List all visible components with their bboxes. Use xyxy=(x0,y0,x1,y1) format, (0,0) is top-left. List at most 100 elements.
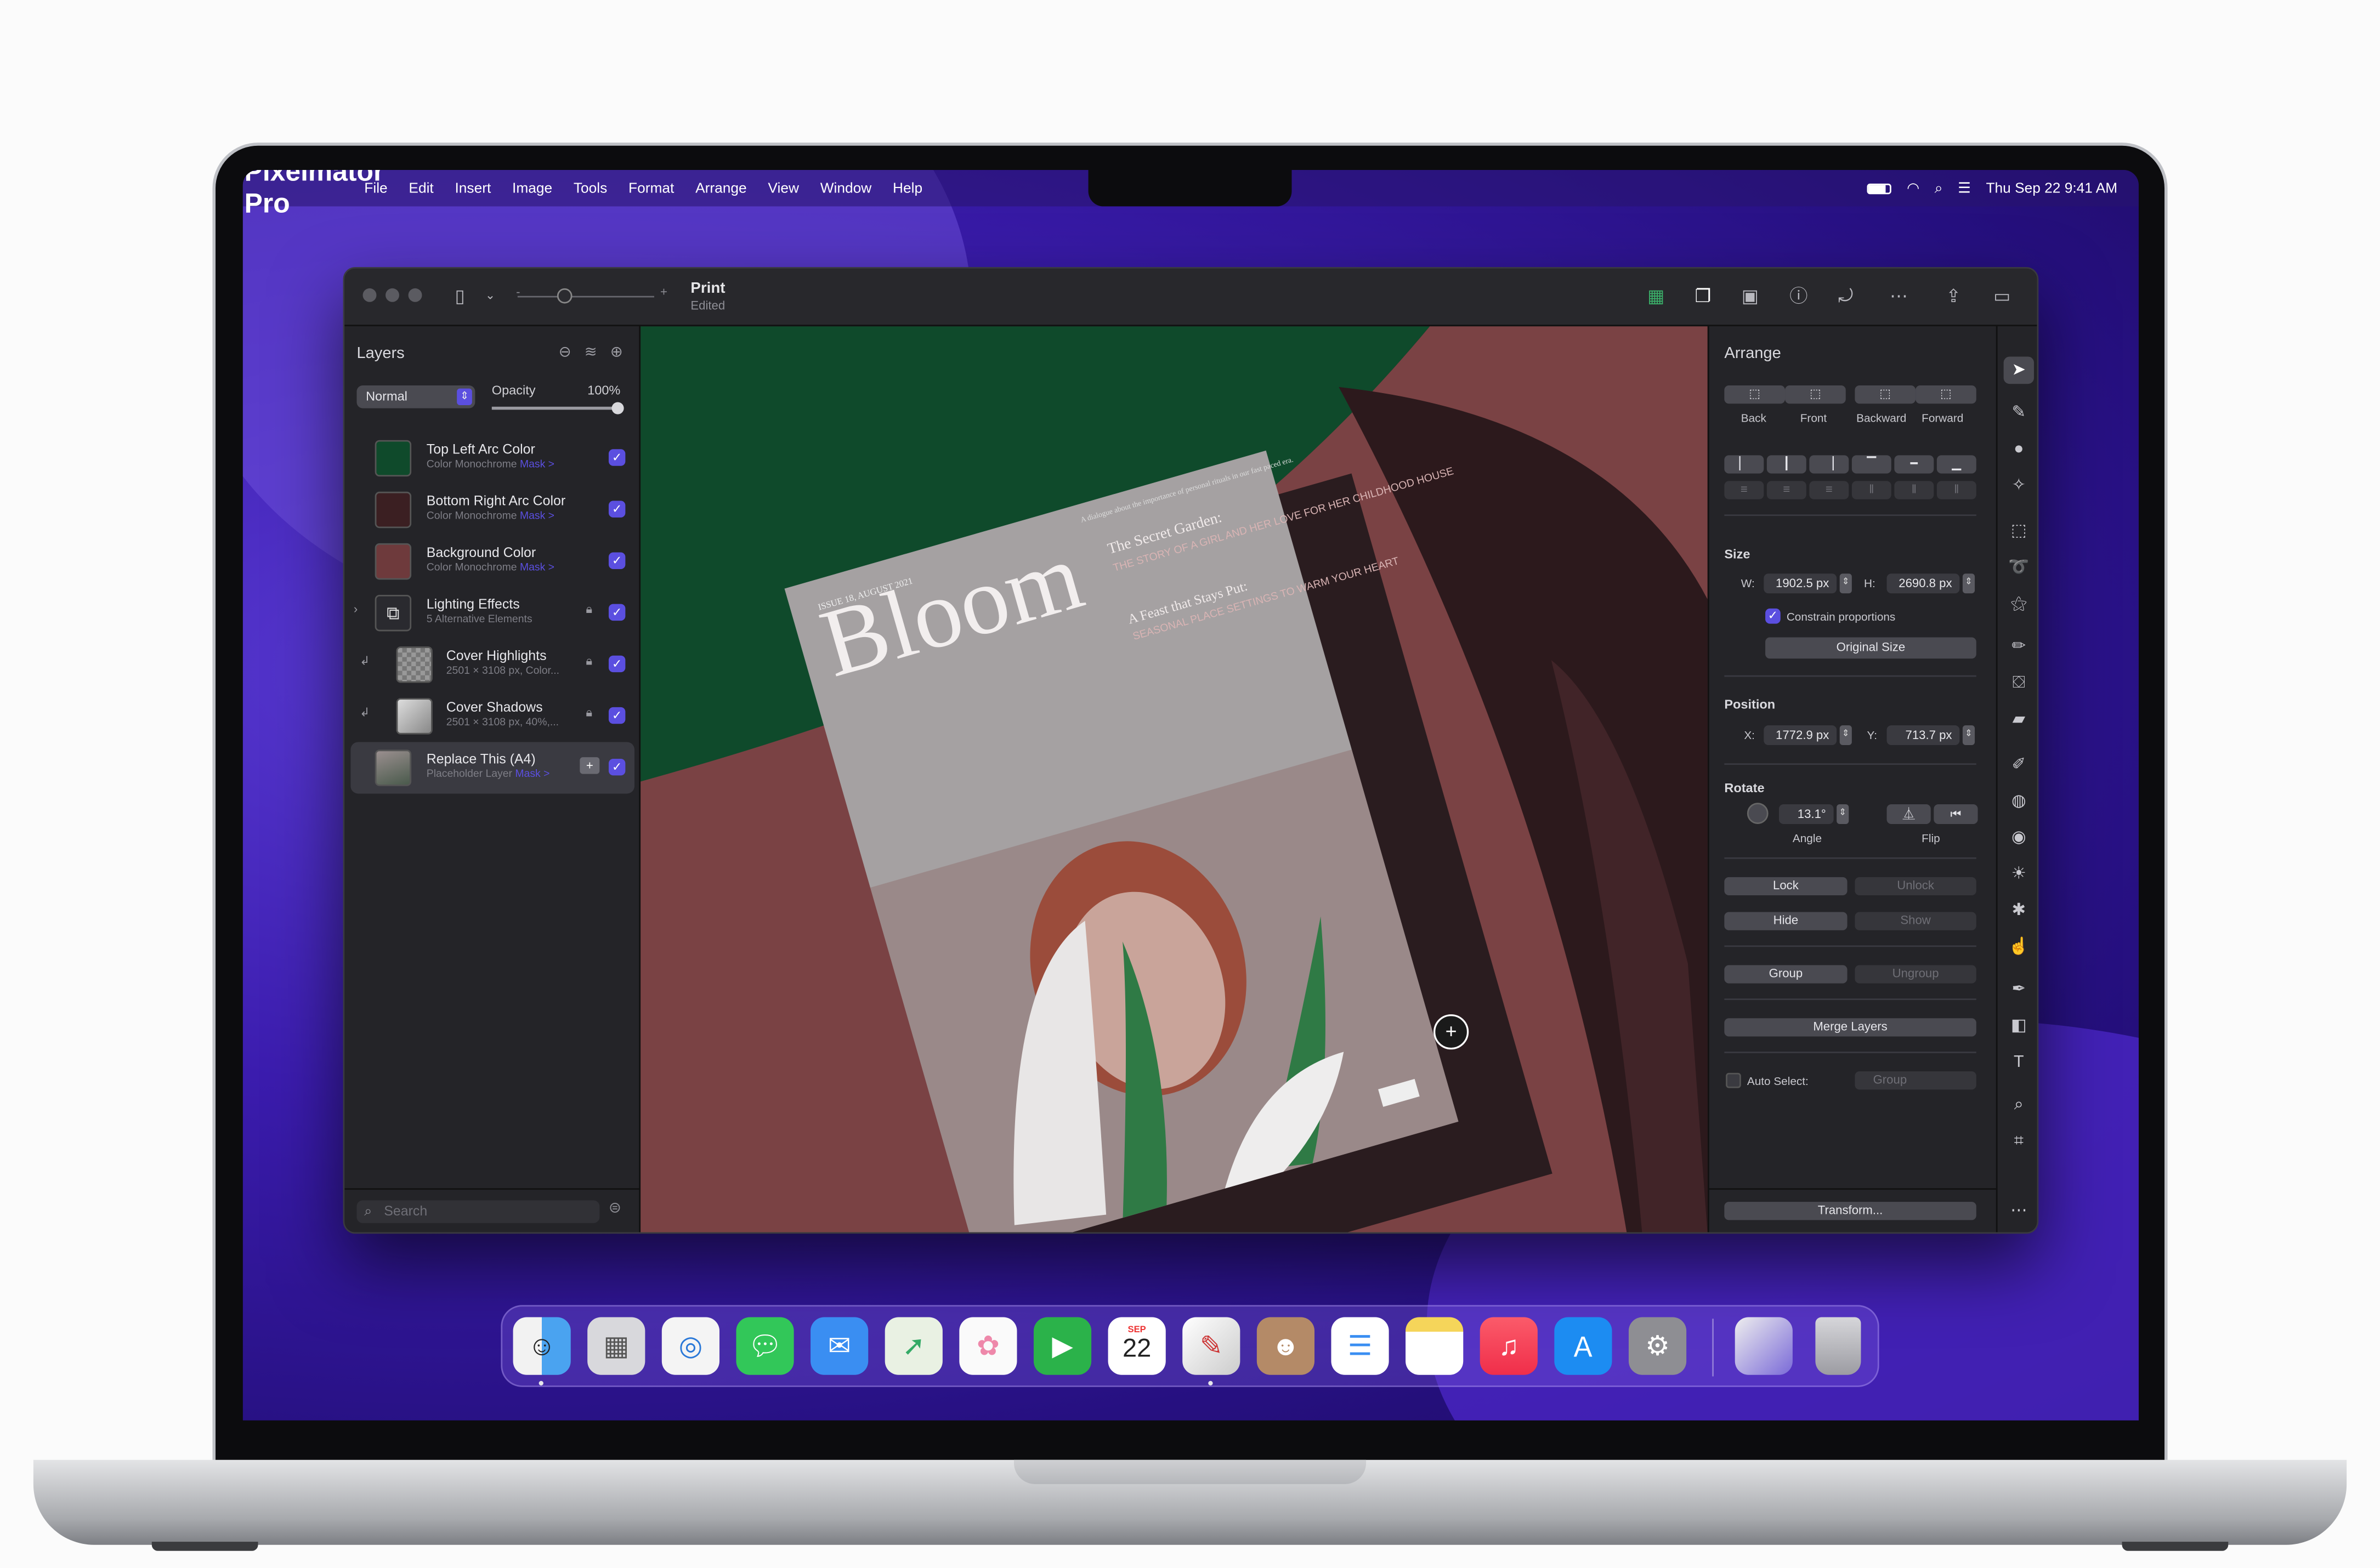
ungroup-button[interactable]: Ungroup xyxy=(1855,965,1976,984)
menu-help[interactable]: Help xyxy=(893,180,922,196)
menu-view[interactable]: View xyxy=(768,180,799,196)
group-button[interactable]: Group xyxy=(1724,965,1848,984)
remove-layer-icon[interactable]: ⊖ xyxy=(559,344,571,361)
messages-icon[interactable]: 💬︎ xyxy=(736,1317,794,1375)
transform-button[interactable]: Transform... xyxy=(1724,1202,1976,1220)
flip-horizontal-icon[interactable]: ⏅ xyxy=(1886,804,1931,824)
width-stepper[interactable]: ⇕ xyxy=(1839,573,1852,594)
shape-tool-icon[interactable]: ◧ xyxy=(2004,1012,2034,1039)
menu-tools[interactable]: Tools xyxy=(574,180,607,196)
filter-icon[interactable]: ⊜ xyxy=(609,1200,621,1217)
zoom-tool-icon[interactable]: ⌕ xyxy=(2004,1091,2034,1118)
inspector-toggle-icon[interactable]: ▭ xyxy=(1990,284,2014,308)
paint-bucket-icon[interactable]: ⛋ xyxy=(2004,669,2034,697)
lighten-tool-icon[interactable]: ☀ xyxy=(2004,860,2034,888)
minimize-window-button[interactable] xyxy=(386,288,399,302)
layer-visibility-checkbox[interactable]: ✓ xyxy=(608,758,626,776)
lock-button[interactable]: Lock xyxy=(1724,877,1848,896)
align-left-icon[interactable]: ▏ xyxy=(1724,455,1764,474)
info-icon[interactable]: ⓘ xyxy=(1787,284,1811,308)
app-menu[interactable]: Pixelmator Pro xyxy=(245,170,384,219)
photos-icon[interactable]: ✿ xyxy=(959,1317,1017,1375)
layer-row[interactable]: Background Color Color Monochrome Mask >… xyxy=(350,536,634,587)
layer-visibility-checkbox[interactable]: ✓ xyxy=(608,552,626,569)
notes-icon[interactable] xyxy=(1406,1317,1464,1375)
distribute-icon[interactable]: ‖ xyxy=(1851,481,1891,499)
lock-icon[interactable]: 🔒︎ xyxy=(586,603,592,618)
zoom-slider[interactable] xyxy=(517,296,654,298)
menu-format[interactable]: Format xyxy=(628,180,674,196)
zoom-out-icon[interactable]: - xyxy=(516,285,520,299)
system-preferences-icon[interactable]: ⚙ xyxy=(1628,1317,1687,1375)
layer-row[interactable]: › ⧉ Lighting Effects 5 Alternative Eleme… xyxy=(350,587,634,639)
align-right-icon[interactable]: ▕ xyxy=(1809,455,1849,474)
sponge-tool-icon[interactable]: ✱ xyxy=(2004,897,2034,924)
layer-row[interactable]: ↲ Cover Shadows 2501 × 3108 px, 40%,... … xyxy=(350,690,634,742)
layer-row[interactable]: Bottom Right Arc Color Color Monochrome … xyxy=(350,484,634,536)
menu-bar-clock[interactable]: Thu Sep 22 9:41 AM xyxy=(1986,180,2117,196)
send-backward-button[interactable]: ⬚ xyxy=(1855,385,1916,404)
opacity-slider-knob[interactable] xyxy=(611,402,624,414)
align-middle-icon[interactable]: ━ xyxy=(1894,455,1934,474)
magic-wand-icon[interactable]: ⚝ xyxy=(2004,590,2034,618)
zoom-window-button[interactable] xyxy=(408,288,422,302)
spotlight-search-icon[interactable]: ⌕ xyxy=(1935,180,1943,196)
layers-search-input[interactable]: ⌕ Search xyxy=(356,1200,600,1223)
chevron-down-icon[interactable]: ⌄ xyxy=(478,284,502,308)
more-options-icon[interactable]: ⋯ xyxy=(1880,284,1917,308)
close-window-button[interactable] xyxy=(362,288,377,302)
hide-button[interactable]: Hide xyxy=(1724,912,1848,930)
more-tools-icon[interactable]: ⋯ xyxy=(2004,1197,2034,1225)
distribute-icon[interactable]: ≡ xyxy=(1809,481,1849,499)
sidebar-toggle-icon[interactable]: ▯ xyxy=(448,284,472,308)
blend-mode-select[interactable]: Normal ⇕ xyxy=(356,385,475,408)
align-center-h-icon[interactable]: ┃ xyxy=(1766,455,1806,474)
clone-tool-icon[interactable]: ◍ xyxy=(2004,788,2034,815)
color-adjustments-icon[interactable]: ▦ xyxy=(1644,284,1668,308)
downloads-stack-icon[interactable] xyxy=(1735,1317,1793,1375)
unlock-button[interactable]: Unlock xyxy=(1855,877,1976,896)
calendar-icon[interactable]: SEP 22 xyxy=(1108,1317,1166,1375)
portrait-icon[interactable]: ▣ xyxy=(1738,284,1762,308)
rotation-dial[interactable] xyxy=(1747,803,1769,824)
app-store-icon[interactable]: Ａ xyxy=(1554,1317,1612,1375)
maps-icon[interactable]: ➚ xyxy=(885,1317,943,1375)
contacts-icon[interactable]: ☻ xyxy=(1256,1317,1315,1375)
layer-visibility-checkbox[interactable]: ✓ xyxy=(608,707,626,724)
y-field[interactable]: 713.7 px xyxy=(1886,725,1960,746)
lasso-tool-icon[interactable]: ➰ xyxy=(2004,554,2034,581)
height-stepper[interactable]: ⇕ xyxy=(1962,573,1975,594)
menu-edit[interactable]: Edit xyxy=(409,180,433,196)
smudge-tool-icon[interactable]: ☝ xyxy=(2004,933,2034,961)
wifi-icon[interactable]: ◠ xyxy=(1907,180,1919,196)
effects-tool-icon[interactable]: ✧ xyxy=(2004,472,2034,499)
distribute-icon[interactable]: ≡ xyxy=(1766,481,1806,499)
replace-image-icon[interactable]: + xyxy=(580,757,600,774)
blur-tool-icon[interactable]: ◉ xyxy=(2004,824,2034,851)
layer-visibility-checkbox[interactable]: ✓ xyxy=(608,501,626,518)
arrange-icon[interactable]: ❐ xyxy=(1691,284,1715,308)
pen-tool-icon[interactable]: ✒ xyxy=(2004,976,2034,1003)
battery-icon[interactable] xyxy=(1867,183,1892,194)
eraser-icon[interactable]: ▰ xyxy=(2004,706,2034,733)
add-layer-icon[interactable]: ⊕ xyxy=(610,344,623,361)
zoom-in-icon[interactable]: + xyxy=(660,285,667,299)
original-size-button[interactable]: Original Size xyxy=(1765,637,1976,659)
show-button[interactable]: Show xyxy=(1855,912,1976,930)
style-tool-icon[interactable]: ✎ xyxy=(2004,399,2034,427)
mail-icon[interactable]: ✉ xyxy=(811,1317,869,1375)
menu-file[interactable]: File xyxy=(364,180,387,196)
menu-window[interactable]: Window xyxy=(820,180,872,196)
align-top-icon[interactable]: ▔ xyxy=(1851,455,1891,474)
share-icon[interactable]: ⇪ xyxy=(1941,284,1965,308)
launchpad-icon[interactable]: ▦ xyxy=(587,1317,645,1375)
trash-icon[interactable] xyxy=(1815,1317,1861,1375)
facetime-icon[interactable]: ▶ xyxy=(1033,1317,1092,1375)
width-field[interactable]: 1902.5 px xyxy=(1764,573,1837,594)
layer-visibility-checkbox[interactable]: ✓ xyxy=(608,604,626,621)
send-to-back-button[interactable]: ⬚ xyxy=(1724,385,1786,404)
bring-to-front-button[interactable]: ⬚ xyxy=(1785,385,1846,404)
layer-row[interactable]: ↲ Cover Highlights 2501 × 3108 px, Color… xyxy=(350,639,634,690)
x-field[interactable]: 1772.9 px xyxy=(1764,725,1837,746)
reminders-icon[interactable]: ☰ xyxy=(1331,1317,1389,1375)
